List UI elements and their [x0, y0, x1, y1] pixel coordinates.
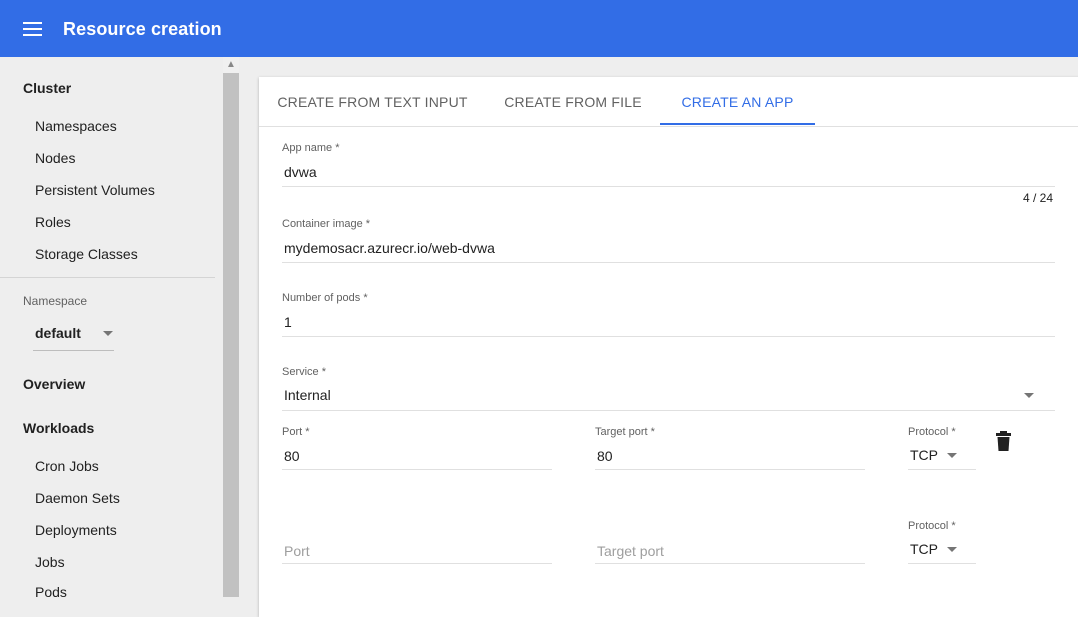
sidebar-item-daemon-sets[interactable]: Daemon Sets — [35, 490, 120, 506]
port-input-2[interactable] — [284, 541, 549, 561]
sidebar-item-overview[interactable]: Overview — [23, 376, 85, 392]
sidebar-item-jobs[interactable]: Jobs — [35, 554, 65, 570]
active-tab-indicator — [660, 123, 815, 125]
app-name-label: App name * — [282, 142, 340, 154]
port-underline — [282, 469, 552, 470]
sidebar: Cluster Namespaces Nodes Persistent Volu… — [0, 57, 223, 597]
protocol-value-2: TCP — [910, 541, 938, 557]
number-of-pods-input[interactable] — [284, 312, 1054, 332]
protocol-select[interactable]: TCP — [908, 443, 976, 469]
app-name-char-counter: 4 / 24 — [1022, 191, 1053, 205]
sidebar-scrollbar[interactable]: ▲ — [223, 57, 239, 597]
chevron-down-icon — [1024, 393, 1034, 398]
sidebar-item-pods[interactable]: Pods — [35, 584, 67, 597]
protocol-underline-2 — [908, 563, 976, 564]
port-input[interactable] — [284, 446, 549, 466]
sidebar-item-persistent-volumes[interactable]: Persistent Volumes — [35, 182, 155, 198]
container-image-label: Container image * — [282, 218, 371, 230]
target-port-input[interactable] — [597, 446, 862, 466]
sidebar-section-workloads[interactable]: Workloads — [23, 420, 94, 436]
scroll-up-arrow-icon[interactable]: ▲ — [223, 57, 239, 73]
chevron-down-icon — [947, 453, 957, 458]
tab-bar: CREATE FROM TEXT INPUT CREATE FROM FILE … — [259, 77, 1078, 127]
target-port-label: Target port * — [595, 426, 655, 438]
protocol-label: Protocol * — [908, 426, 956, 438]
top-app-bar: Resource creation — [0, 0, 1078, 57]
target-port-input-2[interactable] — [597, 541, 862, 561]
service-label: Service * — [282, 366, 327, 378]
sidebar-section-cluster[interactable]: Cluster — [23, 80, 71, 96]
service-underline — [282, 410, 1055, 411]
tab-create-an-app[interactable]: CREATE AN APP — [660, 77, 815, 125]
protocol-underline — [908, 469, 976, 470]
number-of-pods-underline — [282, 336, 1055, 337]
port-underline-2 — [282, 563, 552, 564]
tab-create-from-file[interactable]: CREATE FROM FILE — [486, 77, 660, 125]
sidebar-item-storage-classes[interactable]: Storage Classes — [35, 246, 138, 262]
chevron-down-icon — [947, 547, 957, 552]
tab-create-from-text-input[interactable]: CREATE FROM TEXT INPUT — [259, 77, 486, 125]
sidebar-divider — [0, 277, 215, 278]
namespace-label: Namespace — [23, 294, 88, 308]
scrollbar-thumb[interactable] — [223, 73, 239, 597]
protocol-value: TCP — [910, 447, 938, 463]
port-label: Port * — [282, 426, 310, 438]
protocol-label-2: Protocol * — [908, 520, 956, 532]
sidebar-item-cron-jobs[interactable]: Cron Jobs — [35, 458, 99, 474]
service-select[interactable]: Internal — [282, 382, 1055, 410]
container-image-underline — [282, 262, 1055, 263]
target-port-underline — [595, 469, 865, 470]
namespace-select[interactable]: default — [33, 323, 114, 351]
service-value: Internal — [284, 387, 331, 403]
app-name-underline — [282, 186, 1055, 187]
delete-trash-icon[interactable] — [995, 431, 1012, 451]
sidebar-item-namespaces[interactable]: Namespaces — [35, 118, 117, 134]
protocol-select-2[interactable]: TCP — [908, 537, 976, 563]
sidebar-item-roles[interactable]: Roles — [35, 214, 71, 230]
page-title: Resource creation — [63, 19, 222, 39]
sidebar-item-deployments[interactable]: Deployments — [35, 522, 117, 538]
namespace-value: default — [35, 325, 81, 341]
container-image-input[interactable] — [284, 238, 1054, 258]
menu-icon[interactable] — [23, 22, 42, 36]
sidebar-item-nodes[interactable]: Nodes — [35, 150, 75, 166]
app-name-input[interactable] — [284, 162, 1054, 182]
create-resource-card: CREATE FROM TEXT INPUT CREATE FROM FILE … — [259, 77, 1078, 617]
chevron-down-icon — [103, 331, 113, 336]
target-port-underline-2 — [595, 563, 865, 564]
number-of-pods-label: Number of pods * — [282, 292, 368, 304]
